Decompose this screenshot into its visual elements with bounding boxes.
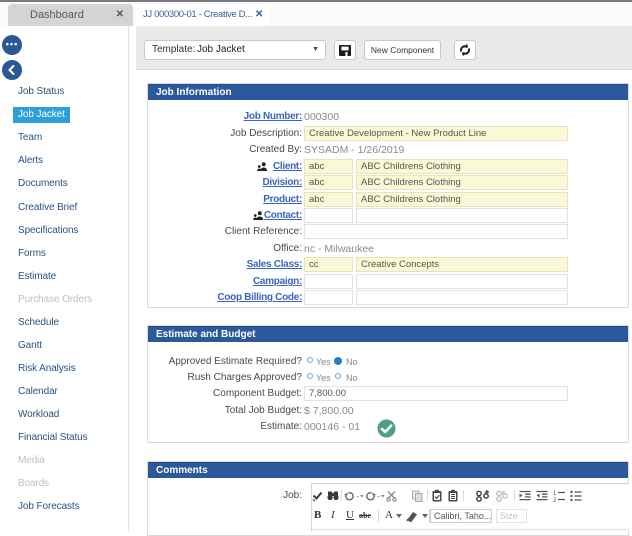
svg-text:2: 2	[553, 498, 557, 504]
svg-text:1: 1	[553, 491, 557, 497]
